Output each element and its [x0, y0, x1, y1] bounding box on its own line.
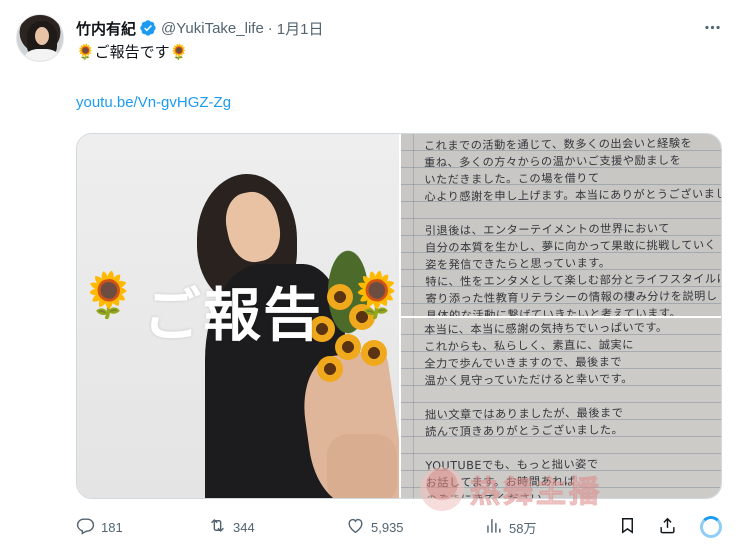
- bouquet-flower: [317, 356, 343, 382]
- letter-line: 心より感謝を申し上げます。本当にありがとうございました。: [424, 187, 722, 204]
- reply-button[interactable]: 181: [76, 512, 123, 542]
- photo-leg-lower: [327, 434, 397, 498]
- like-button[interactable]: 5,935: [346, 512, 404, 542]
- tweet-text: 🌻ご報告です🌻: [76, 44, 189, 61]
- separator-dot: ·: [267, 19, 273, 37]
- bouquet-flower: [361, 340, 387, 366]
- more-icon[interactable]: [697, 12, 727, 42]
- retweet-button[interactable]: 344: [208, 512, 255, 542]
- sunflower-icon: 🌻: [81, 271, 136, 320]
- retweet-icon: [208, 516, 227, 538]
- overlay-title: ご報告: [143, 281, 324, 349]
- share-icon: [658, 516, 677, 538]
- retweet-count: 344: [233, 519, 255, 535]
- verified-badge-icon: [139, 19, 157, 37]
- letter-text-top: これまでの活動を通じて、数多くの出会いと経験を 重ね、多くの方々からの温かいご支援…: [424, 134, 722, 316]
- photo-portrait[interactable]: 🌻 ご報告 🌻: [77, 134, 399, 498]
- tweet-header: 竹内有紀 @YukiTake_life · 1月1日: [76, 17, 323, 39]
- reply-count: 181: [101, 519, 123, 535]
- notebook-margin: [413, 134, 414, 316]
- letter-line: 重ね、多くの方々からの温かいご支援や励ましを: [424, 153, 682, 170]
- views-button[interactable]: 58万: [484, 512, 536, 542]
- heart-icon: [346, 516, 365, 538]
- letter-line: 自分の本質を生かし、夢に向かって果敢に挑戦していく: [424, 238, 717, 255]
- views-chart-icon: [484, 516, 503, 538]
- action-bar: 181 344 5,935 58万: [76, 512, 726, 542]
- bookmark-button[interactable]: [618, 512, 637, 542]
- view-count: 58万: [509, 520, 537, 536]
- watermark-text: 热舞主播: [470, 476, 602, 510]
- share-button[interactable]: [658, 512, 677, 542]
- notebook-margin: [413, 318, 414, 498]
- tweet-date[interactable]: 1月1日: [277, 18, 324, 39]
- avatar-face: [35, 27, 49, 45]
- sunflower-icon: 🌻: [349, 271, 399, 320]
- avatar-body: [25, 49, 59, 61]
- bookmark-icon: [618, 516, 637, 538]
- watermark: 热舞主播: [420, 466, 602, 512]
- loading-spinner-icon: [700, 516, 722, 538]
- like-count: 5,935: [371, 519, 404, 535]
- author-name[interactable]: 竹内有紀: [76, 18, 136, 39]
- bouquet-flower: [335, 334, 361, 360]
- reply-icon: [76, 516, 95, 538]
- photo-letter-top[interactable]: これまでの活動を通じて、数多くの出会いと経験を 重ね、多くの方々からの温かいご支援…: [401, 134, 722, 316]
- letter-line: 具体的な活動に繋げていきたいと考えています。: [425, 306, 682, 316]
- media-grid[interactable]: 🌻 ご報告 🌻 これまでの活動を通じて、数多くの出会いと経験を 重ね、多くの方々か…: [76, 133, 722, 499]
- author-handle[interactable]: @YukiTake_life: [161, 20, 264, 37]
- avatar[interactable]: [16, 14, 64, 62]
- youtube-link[interactable]: youtu.be/Vn-gvHGZ-Zg: [76, 94, 231, 111]
- watermark-logo-icon: [420, 467, 464, 511]
